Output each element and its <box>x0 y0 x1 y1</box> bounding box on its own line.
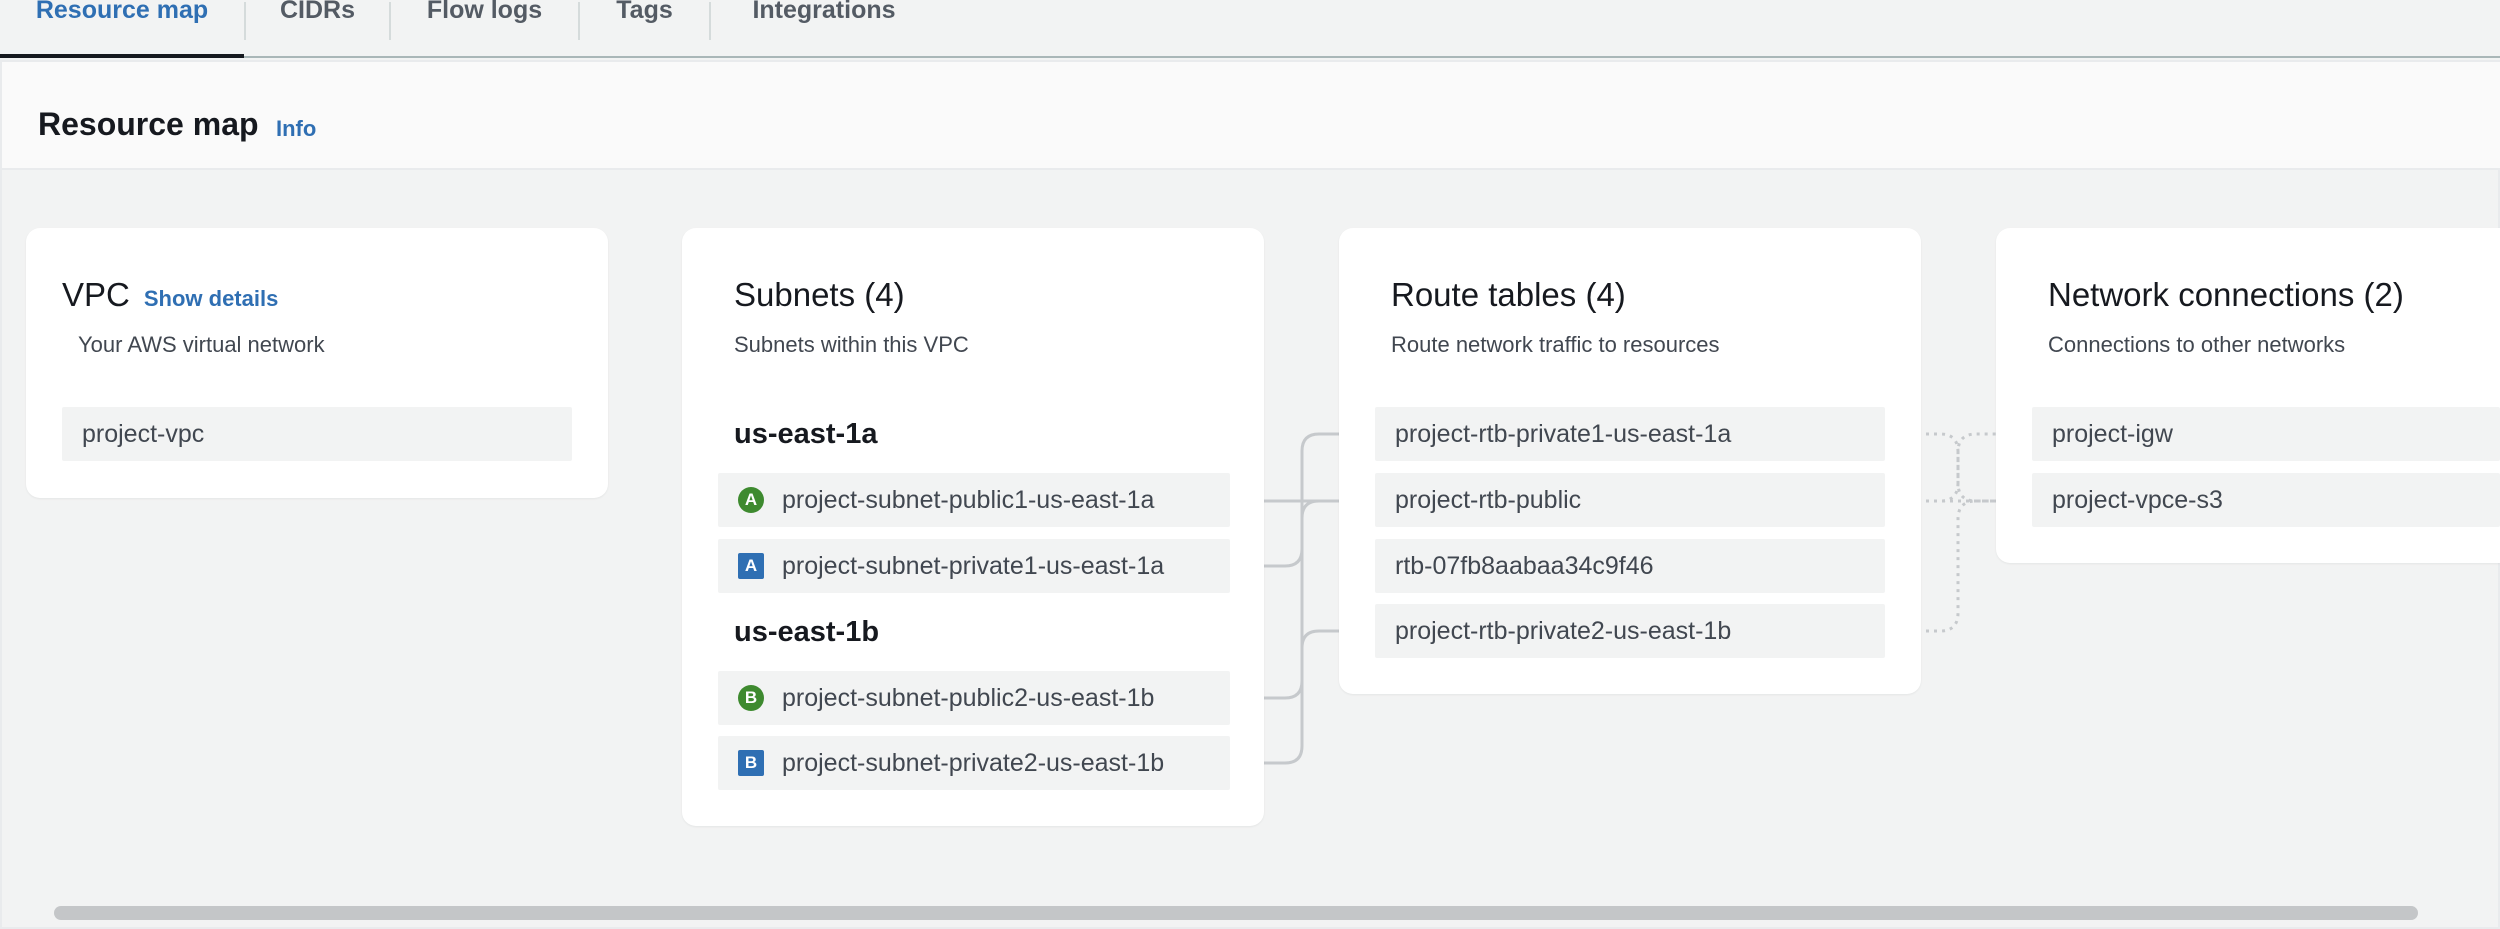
subnet-label: project-subnet-public1-us-east-1a <box>782 485 1155 514</box>
tab-resource-map[interactable]: Resource map <box>0 0 244 58</box>
route-table-item[interactable]: project-rtb-private2-us-east-1b <box>1375 604 1885 658</box>
route-tables-title: Route tables (4) <box>1391 276 1626 313</box>
tab-integrations[interactable]: Integrations <box>711 0 937 38</box>
network-connections-subtitle: Connections to other networks <box>2048 332 2346 357</box>
az-badge-icon: B <box>738 685 764 711</box>
network-connection-item[interactable]: project-vpce-s3 <box>2032 473 2500 527</box>
az-badge-icon: A <box>738 553 764 579</box>
route-table-label: project-rtb-private1-us-east-1a <box>1395 419 1732 448</box>
network-connections-title: Network connections (2) <box>2048 276 2404 313</box>
route-tables-subtitle: Route network traffic to resources <box>1391 332 1720 357</box>
vpc-card: VPC Show details Your AWS virtual networ… <box>26 228 608 498</box>
vpc-card-header: VPC Show details <box>62 276 278 314</box>
network-connection-item[interactable]: project-igw <box>2032 407 2500 461</box>
subnets-subtitle: Subnets within this VPC <box>734 332 969 357</box>
info-link[interactable]: Info <box>276 116 316 142</box>
vpc-name: project-vpc <box>82 419 205 448</box>
subnet-item[interactable]: B project-subnet-public2-us-east-1b <box>718 671 1230 725</box>
network-connection-label: project-vpce-s3 <box>2052 485 2223 514</box>
route-table-label: rtb-07fb8aabaa34c9f46 <box>1395 551 1654 580</box>
route-table-label: project-rtb-public <box>1395 485 1582 514</box>
tab-flow-logs[interactable]: Flow logs <box>391 0 578 38</box>
network-connections-card: Network connections (2) Connections to o… <box>1996 228 2500 563</box>
page-title: Resource map <box>38 106 259 142</box>
route-table-item[interactable]: project-rtb-private1-us-east-1a <box>1375 407 1885 461</box>
subnet-item[interactable]: A project-subnet-private1-us-east-1a <box>718 539 1230 593</box>
subnet-label: project-subnet-private1-us-east-1a <box>782 551 1165 580</box>
subnet-item[interactable]: B project-subnet-private2-us-east-1b <box>718 736 1230 790</box>
subnets-card: Subnets (4) Subnets within this VPC us-e… <box>682 228 1264 826</box>
subnet-label: project-subnet-public2-us-east-1b <box>782 683 1155 712</box>
az-heading-us-east-1b: us-east-1b <box>734 616 880 648</box>
route-table-item[interactable]: rtb-07fb8aabaa34c9f46 <box>1375 539 1885 593</box>
vpc-subtitle: Your AWS virtual network <box>78 332 325 357</box>
subnet-item[interactable]: A project-subnet-public1-us-east-1a <box>718 473 1230 527</box>
az-heading-us-east-1a: us-east-1a <box>734 418 878 450</box>
tab-cidrs[interactable]: CIDRs <box>246 0 389 38</box>
route-tables-card: Route tables (4) Route network traffic t… <box>1339 228 1921 694</box>
az-badge-icon: B <box>738 750 764 776</box>
tab-bar: Resource map CIDRs Flow logs Tags Integr… <box>0 0 2500 58</box>
show-details-link[interactable]: Show details <box>144 286 278 312</box>
horizontal-scrollbar[interactable] <box>54 906 2418 920</box>
network-connection-label: project-igw <box>2052 419 2173 448</box>
subnet-label: project-subnet-private2-us-east-1b <box>782 748 1165 777</box>
subnets-title: Subnets (4) <box>734 276 905 313</box>
vpc-title: VPC <box>62 276 130 313</box>
route-table-label: project-rtb-private2-us-east-1b <box>1395 616 1732 645</box>
container-header: Resource map Info <box>2 62 2500 170</box>
vpc-item[interactable]: project-vpc <box>62 407 572 461</box>
route-table-item[interactable]: project-rtb-public <box>1375 473 1885 527</box>
az-badge-icon: A <box>738 487 764 513</box>
tab-tags[interactable]: Tags <box>580 0 709 38</box>
